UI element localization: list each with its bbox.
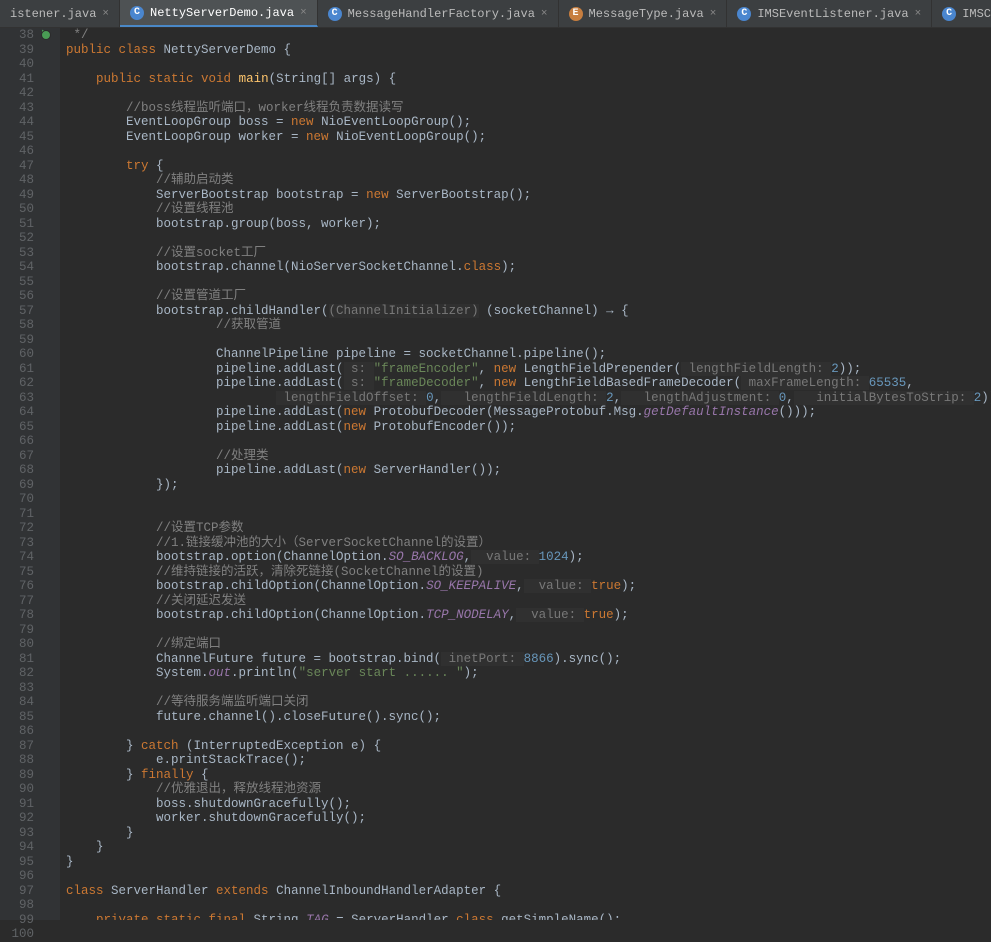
code-line[interactable]: bootstrap.channel(NioServerSocketChannel… [66, 260, 991, 275]
code-line[interactable]: future.channel().closeFuture().sync(); [66, 710, 991, 725]
code-line[interactable]: ChannelPipeline pipeline = socketChannel… [66, 347, 991, 362]
code-line[interactable]: private static final String TAG = Server… [66, 913, 991, 921]
code-line[interactable]: //等待服务端监听端口关闭 [66, 695, 991, 710]
code-line[interactable] [66, 492, 991, 507]
code-line[interactable]: }); [66, 478, 991, 493]
code-line[interactable]: } finally { [66, 768, 991, 783]
code-line[interactable]: ServerBootstrap bootstrap = new ServerBo… [66, 188, 991, 203]
tab-imseventlistener[interactable]: C IMSEventListener.java × [727, 0, 932, 27]
code-line[interactable]: } [66, 855, 991, 870]
code-line[interactable] [66, 86, 991, 101]
close-icon[interactable]: × [915, 8, 922, 20]
code-line[interactable]: //获取管道 [66, 318, 991, 333]
code-line[interactable] [66, 681, 991, 696]
code-line[interactable]: bootstrap.childOption(ChannelOption.SO_K… [66, 579, 991, 594]
code-line[interactable]: //优雅退出，释放线程池资源 [66, 782, 991, 797]
code-line[interactable] [66, 144, 991, 159]
line-numbers: 3839404142434445464748495051525354555657… [0, 28, 38, 920]
tab-label: IMSEventListener.java [757, 7, 908, 21]
code-line[interactable]: try { [66, 159, 991, 174]
code-line[interactable]: */ [66, 28, 991, 43]
gutter-annotations: ▶ [38, 28, 60, 920]
code-line[interactable] [66, 724, 991, 739]
tab-nettyserverdemo[interactable]: C NettyServerDemo.java × [120, 0, 318, 27]
code-line[interactable] [66, 333, 991, 348]
close-icon[interactable]: × [300, 7, 307, 19]
tab-istener[interactable]: istener.java × [0, 0, 120, 27]
code-line[interactable]: //设置线程池 [66, 202, 991, 217]
code-line[interactable] [66, 57, 991, 72]
code-line[interactable]: EventLoopGroup worker = new NioEventLoop… [66, 130, 991, 145]
code-line[interactable]: //关闭延迟发送 [66, 594, 991, 609]
code-line[interactable]: EventLoopGroup boss = new NioEventLoopGr… [66, 115, 991, 130]
code-line[interactable] [66, 623, 991, 638]
editor-tabs: istener.java × C NettyServerDemo.java × … [0, 0, 991, 28]
code-line[interactable]: //设置TCP参数 [66, 521, 991, 536]
code-line[interactable]: pipeline.addLast(new ProtobufDecoder(Mes… [66, 405, 991, 420]
code-line[interactable] [66, 275, 991, 290]
code-line[interactable]: class ServerHandler extends ChannelInbou… [66, 884, 991, 899]
change-marker [41, 30, 51, 40]
code-line[interactable] [66, 231, 991, 246]
code-line[interactable]: //1.链接缓冲池的大小（ServerSocketChannel的设置） [66, 536, 991, 551]
code-line[interactable]: System.out.println("server start ...... … [66, 666, 991, 681]
code-line[interactable]: pipeline.addLast(new ProtobufEncoder()); [66, 420, 991, 435]
code-line[interactable]: //辅助启动类 [66, 173, 991, 188]
tab-messagetype[interactable]: E MessageType.java × [559, 0, 728, 27]
code-area[interactable]: */public class NettyServerDemo { public … [60, 28, 991, 920]
code-line[interactable]: ChannelFuture future = bootstrap.bind( i… [66, 652, 991, 667]
code-line[interactable] [66, 898, 991, 913]
class-icon: C [942, 7, 956, 21]
code-line[interactable]: e.printStackTrace(); [66, 753, 991, 768]
tab-label: MessageHandlerFactory.java [348, 7, 535, 21]
code-line[interactable]: bootstrap.option(ChannelOption.SO_BACKLO… [66, 550, 991, 565]
code-line[interactable]: lengthFieldOffset: 0, lengthFieldLength:… [66, 391, 991, 406]
code-line[interactable]: pipeline.addLast( s: "frameEncoder", new… [66, 362, 991, 377]
code-line[interactable]: bootstrap.childHandler((ChannelInitializ… [66, 304, 991, 319]
code-line[interactable] [66, 869, 991, 884]
code-line[interactable] [66, 434, 991, 449]
code-line[interactable] [66, 507, 991, 522]
close-icon[interactable]: × [102, 8, 109, 20]
tab-label: istener.java [10, 7, 96, 21]
class-icon: C [130, 6, 144, 20]
code-line[interactable]: //设置socket工厂 [66, 246, 991, 261]
tab-imsclientbootstrap[interactable]: C IMSClientBootstrap.java × [932, 0, 991, 27]
code-line[interactable]: //boss线程监听端口，worker线程负责数据读写 [66, 101, 991, 116]
code-line[interactable]: worker.shutdownGracefully(); [66, 811, 991, 826]
code-line[interactable]: } catch (InterruptedException e) { [66, 739, 991, 754]
tab-label: NettyServerDemo.java [150, 6, 294, 20]
code-line[interactable]: //设置管道工厂 [66, 289, 991, 304]
code-line[interactable]: bootstrap.group(boss, worker); [66, 217, 991, 232]
editor-area: 3839404142434445464748495051525354555657… [0, 28, 991, 920]
tab-messagehandlerfactory[interactable]: C MessageHandlerFactory.java × [318, 0, 559, 27]
close-icon[interactable]: × [541, 8, 548, 20]
code-line[interactable]: } [66, 840, 991, 855]
code-line[interactable]: //维持链接的活跃，清除死链接(SocketChannel的设置) [66, 565, 991, 580]
tab-label: MessageType.java [589, 7, 704, 21]
code-line[interactable]: bootstrap.childOption(ChannelOption.TCP_… [66, 608, 991, 623]
code-line[interactable]: pipeline.addLast( s: "frameDecoder", new… [66, 376, 991, 391]
enum-icon: E [569, 7, 583, 21]
code-line[interactable]: public static void main(String[] args) { [66, 72, 991, 87]
tab-label: IMSClientBootstrap.java [962, 7, 991, 21]
class-icon: C [737, 7, 751, 21]
code-line[interactable]: pipeline.addLast(new ServerHandler()); [66, 463, 991, 478]
code-line[interactable]: //处理类 [66, 449, 991, 464]
code-line[interactable]: public class NettyServerDemo { [66, 43, 991, 58]
class-icon: C [328, 7, 342, 21]
code-line[interactable]: } [66, 826, 991, 841]
code-line[interactable]: boss.shutdownGracefully(); [66, 797, 991, 812]
close-icon[interactable]: × [710, 8, 717, 20]
code-line[interactable]: //绑定端口 [66, 637, 991, 652]
